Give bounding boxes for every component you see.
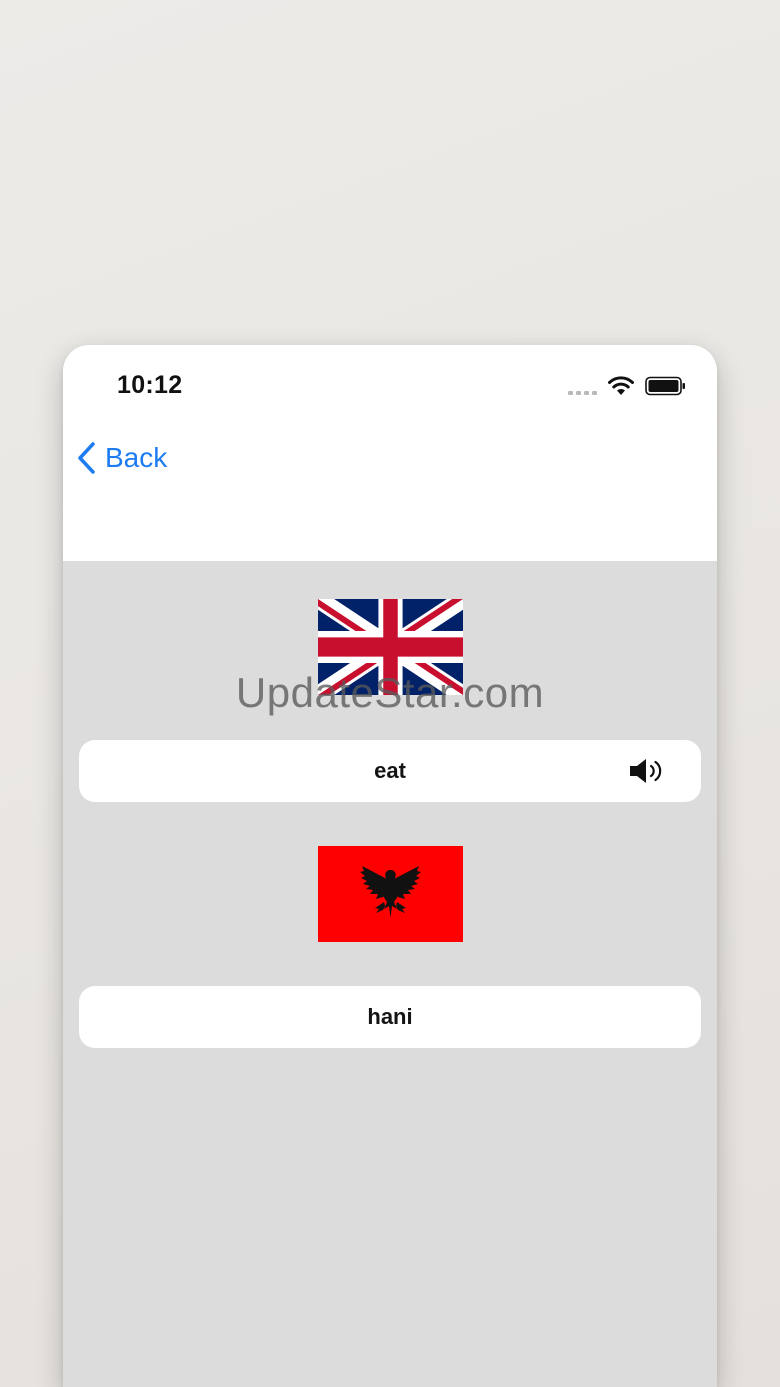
target-word-card: hani	[79, 986, 701, 1048]
chevron-left-icon	[78, 442, 95, 474]
status-icons	[568, 375, 687, 397]
speaker-icon[interactable]	[627, 757, 665, 785]
battery-icon	[645, 376, 685, 396]
status-time: 10:12	[117, 371, 183, 399]
back-button[interactable]: Back	[77, 441, 167, 475]
source-word-card: eat	[79, 740, 701, 802]
watermark-text: UpdateStar.com	[235, 669, 545, 716]
target-word: hani	[367, 1004, 413, 1029]
source-word: eat	[374, 758, 406, 783]
signal-dots-icon	[568, 391, 597, 395]
wifi-icon	[608, 376, 634, 395]
albania-flag-icon	[318, 846, 463, 942]
phone-screen: 10:12 Back UpdateStar.com eat hani	[63, 345, 717, 1387]
navigation-header: 10:12 Back	[63, 345, 717, 561]
back-label: Back	[105, 442, 168, 473]
